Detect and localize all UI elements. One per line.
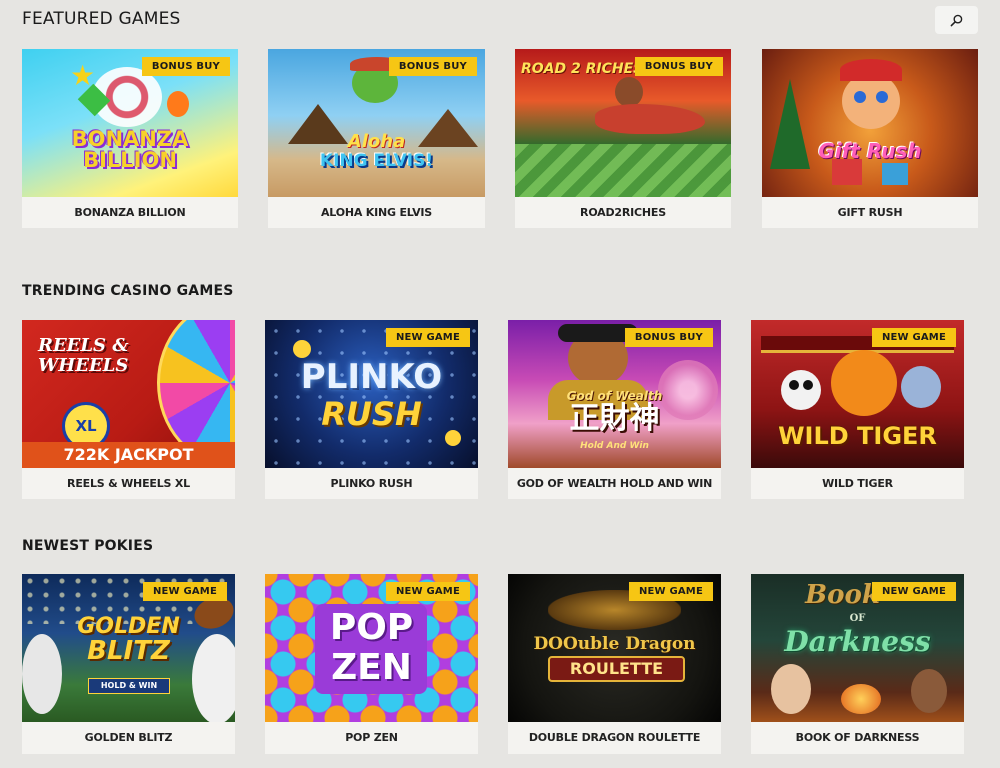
game-art-title: Aloha [347,131,406,152]
status-badge: NEW GAME [871,328,956,347]
game-name: BOOK OF DARKNESS [795,731,920,744]
game-art-subtitle: ZEN [331,647,412,688]
game-name: REELS & WHEELS XL [67,477,190,490]
game-art-subtitle: BLITZ [87,636,170,666]
game-art-subtitle: Hold And Win [580,441,649,451]
game-name: PLINKO RUSH [330,477,413,490]
search-icon [950,14,963,26]
game-card-golden-blitz[interactable]: GOLDEN BLITZ HOLD & WIN NEW GAME GOLDEN … [22,574,235,754]
game-thumbnail: Gift Rush [762,49,978,197]
game-name: DOUBLE DRAGON ROULETTE [528,731,701,744]
game-art-title: Gift Rush [818,139,922,163]
game-art-subtitle: ROULETTE [548,656,685,682]
game-card-bonanza-billion[interactable]: ★ BONANZA BILLION BONUS BUY BONANZA BILL… [22,49,238,228]
game-name: WILD TIGER [822,477,893,490]
jackpot-banner: 722K JACKPOT [22,442,235,468]
game-card-god-of-wealth[interactable]: God of Wealth 正財神 Hold And Win BONUS BUY… [508,320,721,499]
game-card-double-dragon-roulette[interactable]: DOOuble Dragon ROULETTE NEW GAME DOUBLE … [508,574,721,754]
game-card-book-of-darkness[interactable]: Book OF Darkness NEW GAME BOOK OF DARKNE… [751,574,964,754]
status-badge: NEW GAME [142,582,227,601]
game-art-of: OF [849,613,866,624]
status-badge: BONUS BUY [388,57,477,76]
status-badge: NEW GAME [385,328,470,347]
status-badge: NEW GAME [628,582,713,601]
game-name: GIFT RUSH [837,206,903,219]
game-art-title: PLINKO [300,357,443,397]
game-name: POP ZEN [345,731,398,744]
status-badge: BONUS BUY [634,57,723,76]
game-thumbnail: REELS & WHEELS XL 722K JACKPOT [22,320,235,468]
search-button[interactable] [935,6,978,34]
game-card-road2riches[interactable]: ROAD 2 RICHES BONUS BUY ROAD2RICHES [515,49,731,228]
game-card-gift-rush[interactable]: Gift Rush GIFT RUSH [762,49,978,228]
game-name: BONANZA BILLION [74,206,186,219]
section-title-trending-casino-games: TRENDING CASINO GAMES [22,283,234,299]
game-name: ALOHA KING ELVIS [320,206,433,219]
game-art-title: ROAD 2 RICHES [521,61,644,77]
game-card-plinko-rush[interactable]: PLINKO RUSH NEW GAME PLINKO RUSH [265,320,478,499]
game-card-reels-wheels-xl[interactable]: REELS & WHEELS XL 722K JACKPOT REELS & W… [22,320,235,499]
game-card-pop-zen[interactable]: POP ZEN NEW GAME POP ZEN [265,574,478,754]
status-badge: BONUS BUY [141,57,230,76]
game-art-title: GOLDEN [77,614,180,639]
game-card-wild-tiger[interactable]: WILD TIGER NEW GAME WILD TIGER [751,320,964,499]
game-art-title: REELS & WHEELS [38,335,129,376]
game-art-title: BONANZA BILLION [71,127,189,172]
game-art-subtitle: KING ELVIS! [319,151,434,171]
game-art-tagline: HOLD & WIN [88,678,170,694]
status-badge: NEW GAME [385,582,470,601]
game-art-title: WILD TIGER [778,422,937,450]
game-name: ROAD2RICHES [580,206,666,219]
status-badge: BONUS BUY [624,328,713,347]
game-art-subtitle: RUSH [321,395,422,433]
game-name: GOD OF WEALTH HOLD AND WIN [516,477,713,490]
game-art-title: DOOuble Dragon [533,634,696,654]
game-name: GOLDEN BLITZ [84,731,173,744]
section-title-newest-pokies: NEWEST POKIES [22,538,154,554]
status-badge: NEW GAME [871,582,956,601]
game-art-subtitle: Darkness [784,625,931,658]
game-art-chinese: 正財神 [569,401,660,436]
game-art-title: POP [329,607,414,648]
section-title-featured-games: FEATURED GAMES [22,9,181,29]
game-card-aloha-king-elvis[interactable]: Aloha KING ELVIS! BONUS BUY ALOHA KING E… [268,49,485,228]
